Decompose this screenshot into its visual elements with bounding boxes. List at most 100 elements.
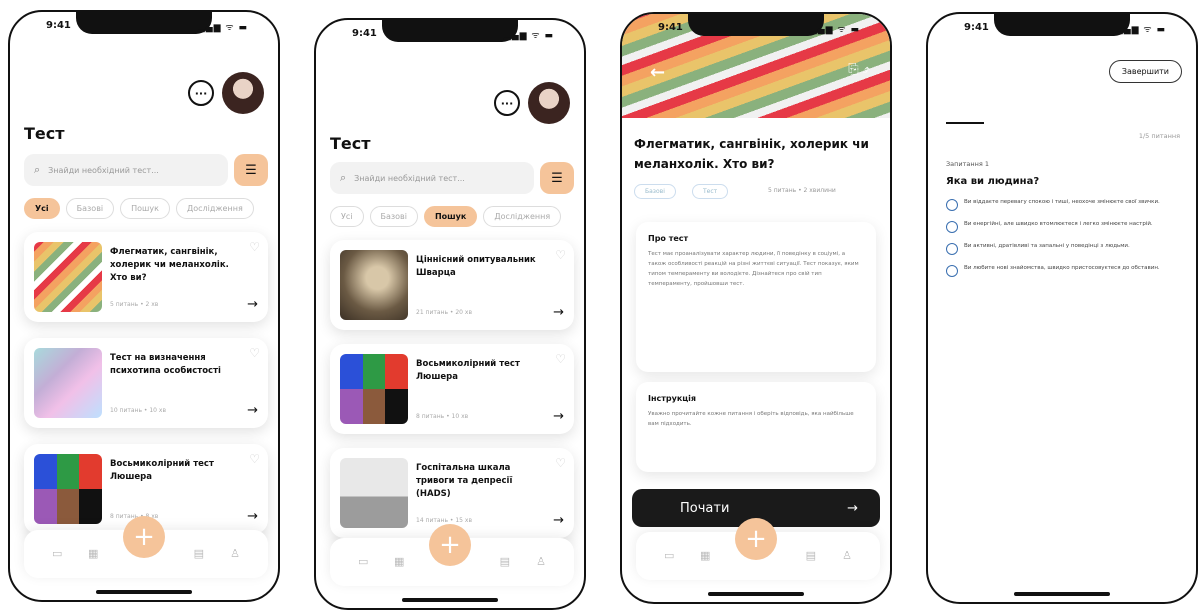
finish-button[interactable]: Завершити xyxy=(1108,60,1182,83)
answer-option[interactable]: Ви любите нові знайомства, швидко присто… xyxy=(946,264,1180,277)
phone-screen-test-detail: 9:41 ▂▄▆ ᯤ ▬ ← ⎘ ⤴ Флегматик, сангвінік,… xyxy=(620,12,892,604)
add-button[interactable]: + xyxy=(429,524,471,566)
card-thumbnail xyxy=(34,348,102,418)
status-icons: ▂▄▆ ᯤ ▬ xyxy=(503,31,554,41)
answer-option[interactable]: Ви віддаєте перевагу спокою і тиші, неох… xyxy=(946,198,1180,211)
chip-basic[interactable]: Базові xyxy=(369,206,418,227)
instruction-title: Інструкція xyxy=(648,394,697,403)
search-icon: ⌕ xyxy=(340,171,347,184)
card-thumbnail xyxy=(340,458,408,528)
test-card[interactable]: Ціннісний опитувальник Шварца 21 питань … xyxy=(330,240,574,330)
nav-profile-icon[interactable]: ♙ xyxy=(842,549,852,562)
tag-test[interactable]: Тест xyxy=(692,184,729,199)
card-thumbnail xyxy=(340,250,408,320)
search-icon: ⌕ xyxy=(34,163,41,176)
heart-icon[interactable]: ♡ xyxy=(555,352,566,366)
radio-button[interactable] xyxy=(946,199,958,211)
share-icon[interactable]: ⎘ ⤴ xyxy=(848,62,870,77)
nav-home-icon[interactable]: ▭ xyxy=(52,547,62,560)
search-input[interactable]: ⌕ Знайди необхідний тест... xyxy=(24,154,228,186)
top-bar: ··· xyxy=(188,72,264,114)
arrow-right-icon[interactable]: → xyxy=(553,513,564,528)
card-meta: 8 питань • 10 хв xyxy=(416,413,469,420)
avatar[interactable] xyxy=(528,82,570,124)
status-time: 9:41 xyxy=(46,20,71,31)
chat-icon[interactable]: ··· xyxy=(494,90,520,116)
nav-list-icon[interactable]: ▤ xyxy=(194,547,204,560)
heart-icon[interactable]: ♡ xyxy=(249,240,260,254)
chip-research[interactable]: Дослідження xyxy=(483,206,562,227)
chip-all[interactable]: Усі xyxy=(24,198,60,219)
sliders-icon: ☰ xyxy=(551,170,563,186)
card-title: Ціннісний опитувальник Шварца xyxy=(416,255,536,278)
nav-profile-icon[interactable]: ♙ xyxy=(230,547,240,560)
instruction-text: Уважно прочитайте кожне питання і оберіт… xyxy=(648,411,854,427)
answer-option[interactable]: Ви енергійні, але швидко втомлюєтеся і л… xyxy=(946,220,1180,233)
sliders-icon: ☰ xyxy=(245,162,257,178)
heart-icon[interactable]: ♡ xyxy=(555,456,566,470)
heart-icon[interactable]: ♡ xyxy=(249,346,260,360)
filter-button[interactable]: ☰ xyxy=(234,154,268,186)
home-indicator xyxy=(708,592,804,596)
card-title: Флегматик, сангвінік, холерик чи меланхо… xyxy=(110,247,229,283)
chip-search[interactable]: Пошук xyxy=(120,198,170,219)
test-card[interactable]: Флегматик, сангвінік, холерик чи меланхо… xyxy=(24,232,268,322)
test-card[interactable]: Тест на визначення психотипа особистості… xyxy=(24,338,268,428)
status-icons: ▂▄▆ ᯤ ▬ xyxy=(809,25,860,35)
answer-option[interactable]: Ви активні, дратівливі та запальні у пов… xyxy=(946,242,1180,255)
home-indicator xyxy=(96,590,192,594)
status-time: 9:41 xyxy=(352,28,377,39)
chip-search[interactable]: Пошук xyxy=(423,206,478,227)
radio-button[interactable] xyxy=(946,221,958,233)
add-button[interactable]: + xyxy=(123,516,165,558)
search-input[interactable]: ⌕ Знайди необхідний тест... xyxy=(330,162,534,194)
page-title: Тест xyxy=(24,124,65,143)
nav-profile-icon[interactable]: ♙ xyxy=(536,555,546,568)
answer-text: Ви віддаєте перевагу спокою і тиші, неох… xyxy=(964,199,1160,205)
back-arrow-icon[interactable]: ← xyxy=(650,62,665,83)
radio-button[interactable] xyxy=(946,265,958,277)
nav-grid-icon[interactable]: ▦ xyxy=(394,555,404,568)
nav-list-icon[interactable]: ▤ xyxy=(806,549,816,562)
question-number: Запитання 1 xyxy=(946,160,990,168)
filter-button[interactable]: ☰ xyxy=(540,162,574,194)
chat-icon[interactable]: ··· xyxy=(188,80,214,106)
nav-home-icon[interactable]: ▭ xyxy=(664,549,674,562)
test-card[interactable]: Восьмиколірний тест Люшера 8 питань • 10… xyxy=(330,344,574,434)
arrow-right-icon[interactable]: → xyxy=(247,297,258,312)
arrow-right-icon: → xyxy=(847,500,858,516)
phone-screen-test-list: 9:41 ▂▄▆ ᯤ ▬ ··· Тест ⌕ Знайди необхідни… xyxy=(8,10,280,602)
arrow-right-icon[interactable]: → xyxy=(247,403,258,418)
arrow-right-icon[interactable]: → xyxy=(553,409,564,424)
answer-text: Ви енергійні, але швидко втомлюєтеся і л… xyxy=(964,221,1153,227)
card-thumbnail xyxy=(34,242,102,312)
status-bar: 9:41 ▂▄▆ ᯤ ▬ xyxy=(622,22,890,38)
instruction-card: Інструкція Уважно прочитайте кожне питан… xyxy=(636,382,876,472)
card-title: Восьмиколірний тест Люшера xyxy=(110,459,214,482)
answer-options: Ви віддаєте перевагу спокою і тиші, неох… xyxy=(946,198,1180,286)
avatar[interactable] xyxy=(222,72,264,114)
status-icons: ▂▄▆ ᯤ ▬ xyxy=(197,23,248,33)
add-button[interactable]: + xyxy=(735,518,777,560)
phone-screen-question: 9:41 ▂▄▆ ᯤ ▬ Завершити 1/5 питання Запит… xyxy=(926,12,1198,604)
heart-icon[interactable]: ♡ xyxy=(555,248,566,262)
test-meta: 5 питань • 2 хвилини xyxy=(768,187,836,194)
arrow-right-icon[interactable]: → xyxy=(247,509,258,524)
status-bar: 9:41 ▂▄▆ ᯤ ▬ xyxy=(316,28,584,44)
category-chips: Усі Базові Пошук Дослідження xyxy=(24,198,254,219)
arrow-right-icon[interactable]: → xyxy=(553,305,564,320)
chip-basic[interactable]: Базові xyxy=(65,198,115,219)
top-bar: ··· xyxy=(494,82,570,124)
test-title: Флегматик, сангвінік, холерик чи меланхо… xyxy=(634,137,869,171)
nav-list-icon[interactable]: ▤ xyxy=(500,555,510,568)
heart-icon[interactable]: ♡ xyxy=(249,452,260,466)
chip-research[interactable]: Дослідження xyxy=(175,198,254,219)
nav-home-icon[interactable]: ▭ xyxy=(358,555,368,568)
nav-grid-icon[interactable]: ▦ xyxy=(700,549,710,562)
radio-button[interactable] xyxy=(946,243,958,255)
status-icons: ▂▄▆ ᯤ ▬ xyxy=(1115,25,1166,35)
tag-basic[interactable]: Базові xyxy=(634,184,676,199)
search-placeholder: Знайди необхідний тест... xyxy=(48,165,159,175)
chip-all[interactable]: Усі xyxy=(330,206,364,227)
nav-grid-icon[interactable]: ▦ xyxy=(88,547,98,560)
